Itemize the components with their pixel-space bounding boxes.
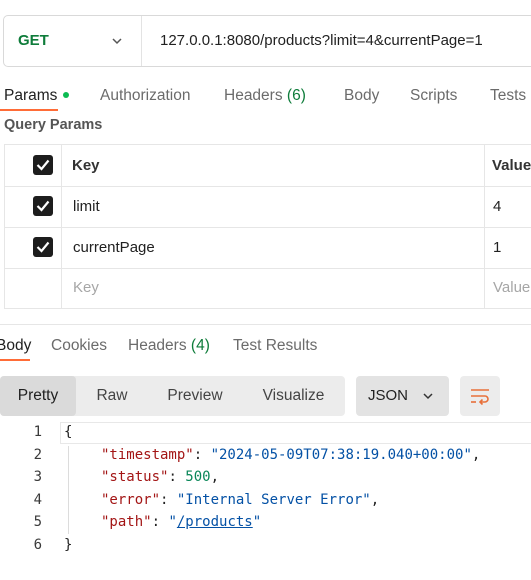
- path-link[interactable]: /products: [177, 514, 253, 530]
- request-url-bar: GET 127.0.0.1:8080/products?limit=4&curr…: [3, 15, 531, 67]
- header-key: Key: [72, 157, 100, 174]
- check-icon: [36, 159, 50, 171]
- tab-authorization[interactable]: Authorization: [100, 87, 190, 105]
- query-params-title: Query Params: [4, 117, 103, 133]
- tab-tests[interactable]: Tests: [490, 87, 526, 105]
- header-value: Value: [492, 157, 531, 174]
- url-divider: [141, 16, 142, 66]
- tab-headers[interactable]: Headers (6): [224, 87, 306, 105]
- code-line: }: [64, 537, 72, 553]
- active-tab-indicator: [0, 109, 58, 111]
- wrap-lines-button[interactable]: [460, 376, 500, 416]
- view-pretty[interactable]: Pretty: [0, 376, 76, 416]
- format-label: JSON: [368, 387, 409, 404]
- tab-params-label: Params: [4, 87, 58, 104]
- select-all-checkbox[interactable]: [33, 155, 53, 175]
- response-tab-headers[interactable]: Headers (4): [128, 337, 210, 355]
- tab-headers-label: Headers: [224, 87, 283, 104]
- format-selector[interactable]: JSON: [356, 376, 449, 416]
- indent-guide: [68, 446, 69, 534]
- code-line: "error": "Internal Server Error",: [101, 492, 380, 508]
- param-value[interactable]: 1: [493, 239, 501, 256]
- code-line: "path": "/products": [101, 514, 262, 530]
- view-preview[interactable]: Preview: [148, 376, 242, 416]
- json-number: 500: [185, 469, 211, 485]
- response-headers-label: Headers: [128, 337, 187, 354]
- new-key-input[interactable]: Key: [73, 279, 99, 296]
- tab-scripts[interactable]: Scripts: [410, 87, 457, 105]
- line-number: 3: [33, 469, 42, 485]
- row-divider: [4, 227, 531, 228]
- new-value-input[interactable]: Value: [493, 279, 530, 296]
- method-selector[interactable]: GET: [18, 32, 49, 49]
- json-string: "Internal Server Error": [176, 492, 371, 508]
- row-divider: [4, 268, 531, 269]
- json-string: "2024-05-09T07:38:19.040+00:00": [210, 447, 472, 463]
- param-key[interactable]: currentPage: [73, 239, 155, 256]
- response-tab-cookies[interactable]: Cookies: [51, 337, 107, 355]
- view-raw[interactable]: Raw: [76, 376, 148, 416]
- line-number: 1: [33, 424, 42, 440]
- param-checkbox[interactable]: [33, 237, 53, 257]
- headers-count: (6): [286, 87, 306, 104]
- response-headers-count: (4): [190, 337, 210, 354]
- current-line-highlight: [60, 422, 531, 444]
- line-number: 2: [33, 447, 42, 463]
- response-tab-test-results[interactable]: Test Results: [233, 337, 317, 355]
- code-line: {: [64, 424, 72, 440]
- response-tab-body[interactable]: Body: [0, 337, 31, 355]
- check-icon: [36, 200, 50, 212]
- json-brace: {: [64, 424, 73, 440]
- line-number: 6: [33, 537, 42, 553]
- url-input[interactable]: 127.0.0.1:8080/products?limit=4&currentP…: [160, 32, 483, 49]
- view-visualize[interactable]: Visualize: [242, 376, 345, 416]
- chevron-down-icon[interactable]: [111, 35, 123, 47]
- params-active-dot: [63, 92, 70, 98]
- json-key: "path": [101, 514, 152, 530]
- section-divider: [0, 324, 531, 325]
- code-line: "status": 500,: [101, 469, 220, 485]
- json-brace: }: [64, 537, 73, 553]
- code-line: "timestamp": "2024-05-09T07:38:19.040+00…: [101, 447, 481, 463]
- line-number: 4: [33, 492, 42, 508]
- json-key: "timestamp": [101, 447, 194, 463]
- check-icon: [36, 241, 50, 253]
- json-quote: ": [252, 514, 262, 530]
- tab-body[interactable]: Body: [344, 87, 379, 105]
- line-number: 5: [33, 514, 42, 530]
- row-divider: [4, 186, 531, 187]
- param-checkbox[interactable]: [33, 196, 53, 216]
- param-value[interactable]: 4: [493, 198, 501, 215]
- active-response-tab-indicator: [0, 359, 30, 361]
- json-quote: ": [168, 514, 177, 530]
- json-key: "status": [101, 469, 169, 485]
- wrap-lines-icon: [471, 389, 489, 406]
- tab-params[interactable]: Params: [4, 87, 70, 105]
- param-key[interactable]: limit: [73, 198, 100, 215]
- json-key: "error": [101, 492, 161, 508]
- chevron-down-icon: [423, 393, 433, 400]
